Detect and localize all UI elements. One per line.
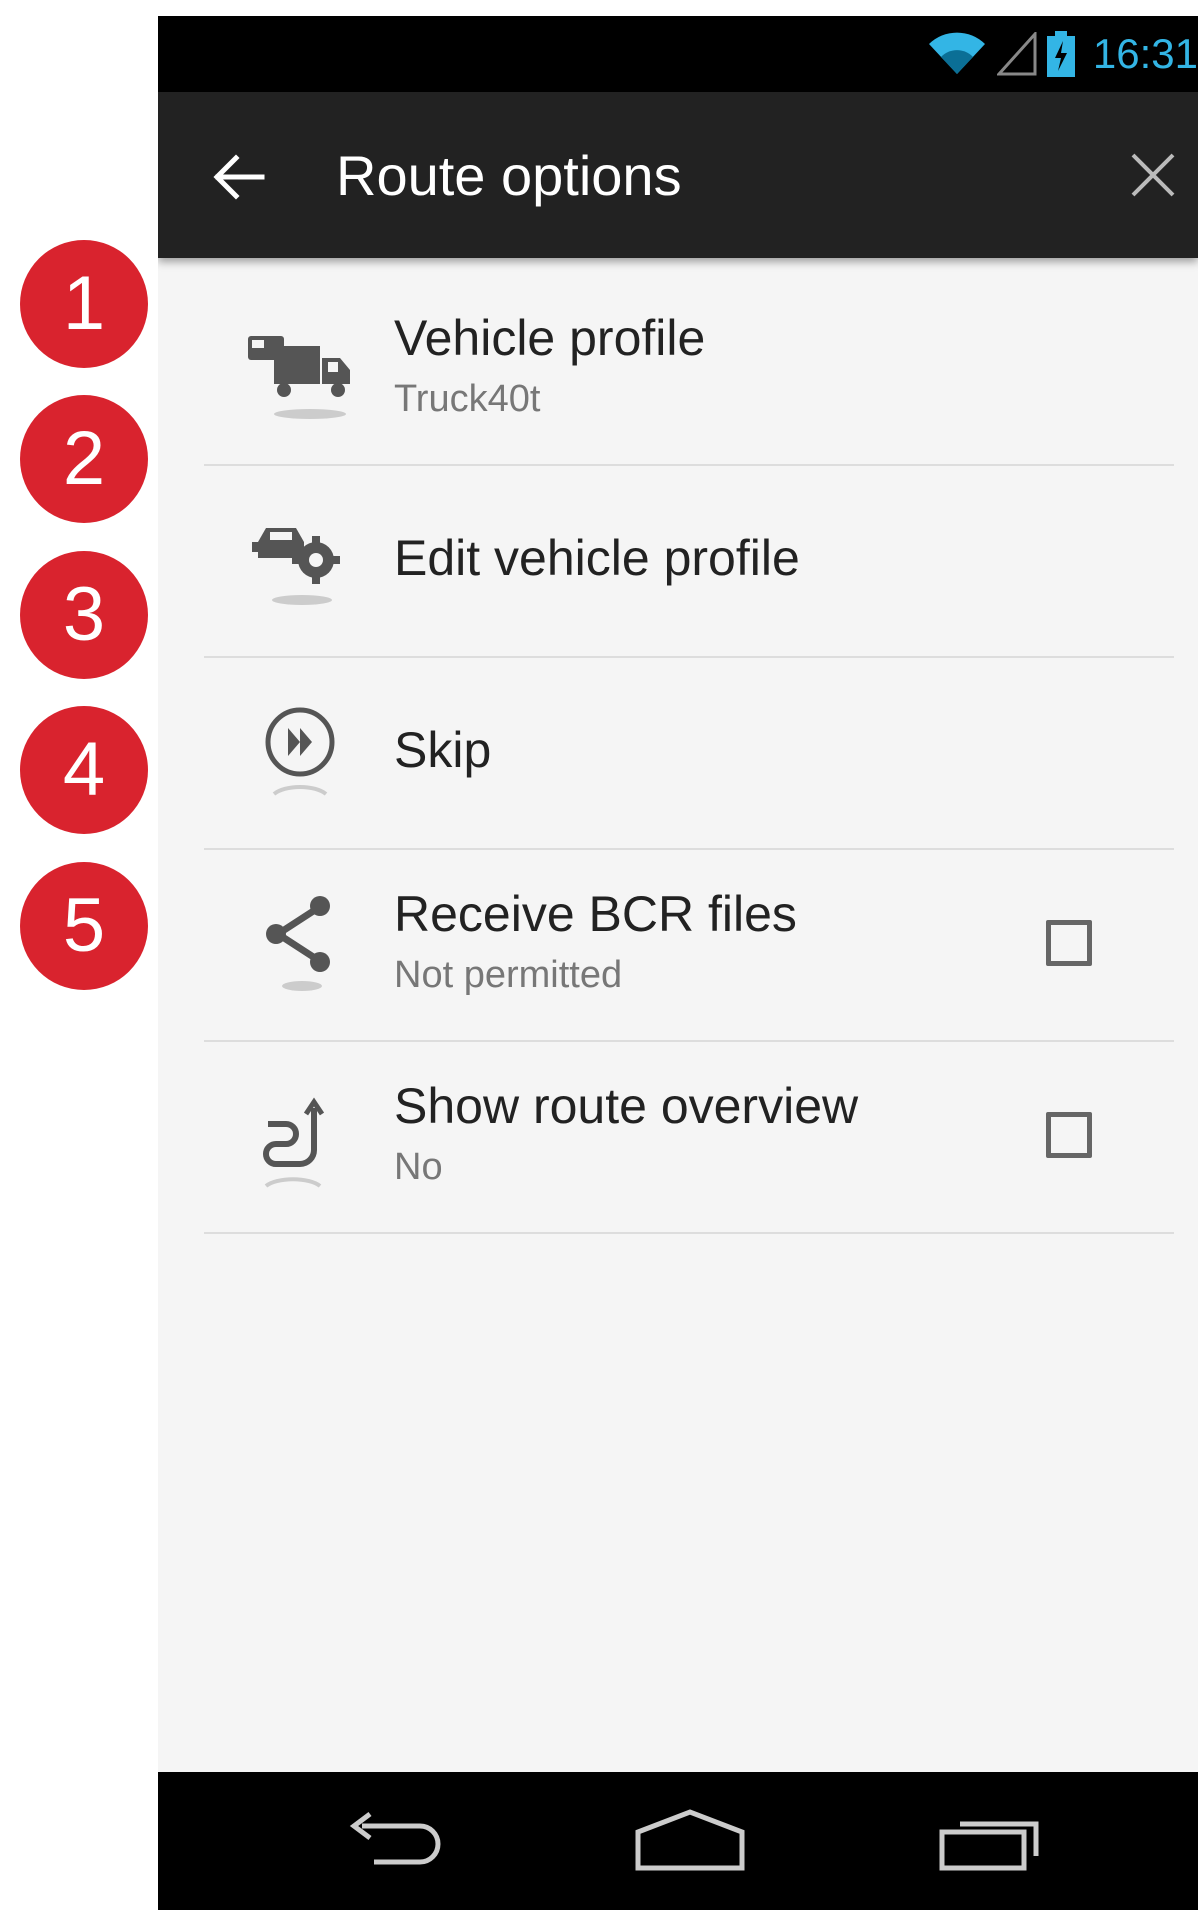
- skip-forward-icon: [265, 707, 335, 796]
- route-options-list: Vehicle profile Truck40t Edit vehicle pr…: [204, 274, 1174, 1234]
- system-nav-bar: [158, 1772, 1198, 1910]
- show-route-overview-checkbox[interactable]: [1046, 1112, 1092, 1158]
- vehicle-profile-value: Truck40t: [394, 378, 541, 420]
- share-icon: [266, 896, 330, 991]
- list-item-skip[interactable]: Skip: [204, 658, 1174, 850]
- annotation-badge-4: 4: [20, 706, 148, 834]
- skip-title: Skip: [394, 722, 492, 778]
- status-icons: 16:31: [927, 28, 1198, 80]
- nav-back-icon[interactable]: [334, 1806, 454, 1876]
- show-route-overview-value: No: [394, 1146, 443, 1188]
- truck-icon: [248, 336, 350, 419]
- edit-vehicle-profile-title: Edit vehicle profile: [394, 530, 800, 586]
- list-item-receive-bcr-files[interactable]: Receive BCR files Not permitted: [204, 850, 1174, 1042]
- wifi-icon: [928, 32, 985, 74]
- close-icon[interactable]: [1128, 150, 1178, 200]
- vehicle-profile-title: Vehicle profile: [394, 310, 706, 366]
- status-bar: 16:31: [158, 16, 1198, 92]
- nav-recents-icon[interactable]: [930, 1806, 1050, 1876]
- phone-screen: 16:31 Route options Vehicle profile Truc…: [158, 16, 1198, 1910]
- page-title: Route options: [336, 144, 682, 207]
- nav-home-icon[interactable]: [630, 1806, 750, 1876]
- receive-bcr-files-value: Not permitted: [394, 954, 623, 996]
- receive-bcr-files-checkbox[interactable]: [1046, 920, 1092, 966]
- battery-charging-icon: [1046, 31, 1075, 77]
- list-item-edit-vehicle-profile[interactable]: Edit vehicle profile: [204, 466, 1174, 658]
- list-item-vehicle-profile[interactable]: Vehicle profile Truck40t: [204, 274, 1174, 466]
- annotation-badge-5: 5: [20, 862, 148, 990]
- show-route-overview-title: Show route overview: [394, 1078, 859, 1134]
- arrow-left-icon[interactable]: [212, 150, 266, 204]
- page: 1 2 3 4 5 16:31 Route options Vehicle pr…: [0, 0, 1198, 1910]
- cell-signal-icon: [996, 32, 1037, 76]
- receive-bcr-files-title: Receive BCR files: [394, 886, 797, 942]
- vehicle-settings-icon: [252, 528, 340, 605]
- status-time: 16:31: [1092, 30, 1198, 77]
- list-item-show-route-overview[interactable]: Show route overview No: [204, 1042, 1174, 1234]
- app-bar: Route options: [158, 92, 1198, 258]
- annotation-badge-1: 1: [20, 240, 148, 368]
- annotation-badge-3: 3: [20, 551, 148, 679]
- route-overview-icon: [263, 1097, 325, 1188]
- annotation-badge-2: 2: [20, 395, 148, 523]
